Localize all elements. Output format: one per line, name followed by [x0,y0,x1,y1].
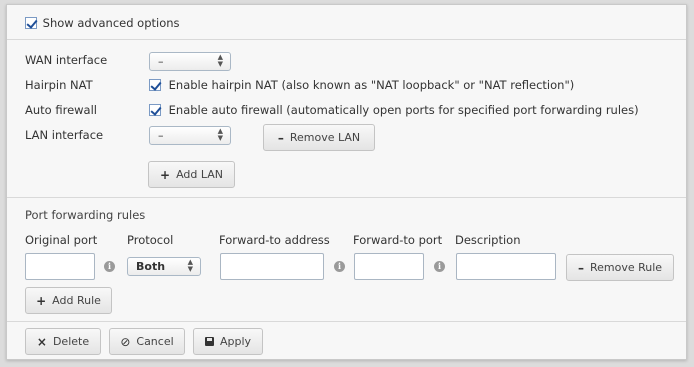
wan-interface-label: WAN interface [25,53,108,67]
port-forwarding-title: Port forwarding rules [25,208,146,222]
auto-firewall-option[interactable]: Enable auto firewall (automatically open… [149,103,639,117]
auto-firewall-checkbox-label: Enable auto firewall (automatically open… [168,103,639,117]
col-forward-to-address: Forward-to address [219,233,330,247]
wan-interface-select[interactable]: – ▲ ▼ [149,52,231,71]
hairpin-nat-label: Hairpin NAT [25,78,93,92]
apply-label: Apply [219,335,252,348]
plus-icon: + [160,167,171,182]
remove-rule-button[interactable]: – Remove Rule [566,254,674,281]
col-description: Description [455,233,521,247]
select-arrows-icon: ▲ ▼ [187,258,193,273]
select-arrows-icon: ▲ ▼ [217,53,223,68]
cancel-icon: ⊘ [120,334,131,349]
description-input[interactable] [456,253,556,280]
cancel-button[interactable]: ⊘ Cancel [109,328,185,355]
protocol-value: Both [136,260,166,273]
advanced-options-panel: Show advanced options WAN interface – ▲ ▼… [6,4,687,360]
protocol-select[interactable]: Both ▲ ▼ [127,257,201,276]
col-protocol: Protocol [127,233,174,247]
select-arrows-icon: ▲ ▼ [217,127,223,142]
forward-to-address-input[interactable] [220,253,324,280]
cancel-label: Cancel [136,335,174,348]
lan-interface-value: – [158,129,164,142]
show-advanced-checkbox[interactable] [25,17,37,29]
remove-rule-label: Remove Rule [589,261,663,274]
wan-interface-value: – [158,55,164,68]
delete-icon: × [36,334,47,349]
info-icon[interactable]: i [104,261,115,272]
divider [7,197,686,198]
divider [7,39,686,40]
delete-label: Delete [52,335,90,348]
delete-button[interactable]: × Delete [25,328,101,355]
col-original-port: Original port [25,233,98,247]
info-icon[interactable]: i [434,261,445,272]
hairpin-nat-checkbox[interactable] [149,79,161,91]
show-advanced-label: Show advanced options [42,16,180,30]
plus-icon: + [36,293,47,308]
divider [7,321,686,322]
add-lan-button[interactable]: + Add LAN [148,161,235,188]
info-icon[interactable]: i [334,261,345,272]
lan-interface-select[interactable]: – ▲ ▼ [149,126,231,145]
hairpin-nat-option[interactable]: Enable hairpin NAT (also known as "NAT l… [149,78,574,92]
add-rule-label: Add Rule [52,294,101,307]
minus-icon: – [577,260,584,275]
remove-lan-button[interactable]: – Remove LAN [263,124,375,151]
show-advanced-options[interactable]: Show advanced options [25,16,180,30]
original-port-input[interactable] [25,253,95,280]
add-lan-label: Add LAN [176,168,223,181]
col-forward-to-port: Forward-to port [353,233,443,247]
forward-to-port-input[interactable] [354,253,424,280]
save-icon [204,337,214,346]
auto-firewall-label: Auto firewall [25,103,97,117]
minus-icon: – [277,130,284,145]
remove-lan-label: Remove LAN [289,131,361,144]
apply-button[interactable]: Apply [193,328,263,355]
add-rule-button[interactable]: + Add Rule [25,287,112,314]
hairpin-nat-checkbox-label: Enable hairpin NAT (also known as "NAT l… [168,78,575,92]
auto-firewall-checkbox[interactable] [149,104,161,116]
lan-interface-label: LAN interface [25,128,104,142]
